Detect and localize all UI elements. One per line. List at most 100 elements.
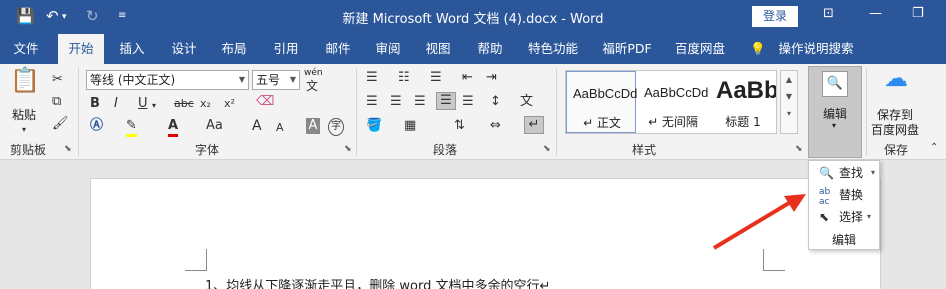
sort-icon[interactable]: ⇅ (454, 118, 465, 134)
show-marks-icon[interactable]: ↵ (524, 116, 544, 134)
copy-icon[interactable]: ⧉ (52, 94, 61, 110)
grow-font-button[interactable]: A (252, 118, 262, 134)
font-name-value: 等线 (中文正文) (90, 73, 176, 87)
tab-view[interactable]: 视图 (418, 34, 458, 64)
chinese-spacing-icon[interactable]: ⇔ (490, 118, 501, 134)
style-preview: AaBbCcDd (644, 85, 709, 100)
numbering-icon[interactable]: ☷ (398, 70, 410, 86)
tab-layout[interactable]: 布局 (214, 34, 254, 64)
font-launcher-icon[interactable]: ⬊ (344, 144, 352, 154)
strikethrough-button[interactable]: abc (174, 96, 194, 112)
select-menu-item[interactable]: ⬉ 选择 ▾ (809, 206, 879, 228)
title-bar: 💾 ↶ ▾ ↻ ≡ 新建 Microsoft Word 文档 (4).docx … (0, 0, 946, 34)
tab-review[interactable]: 审阅 (368, 34, 408, 64)
save-to-line2[interactable]: 百度网盘 (871, 121, 919, 138)
tab-mailings[interactable]: 邮件 (318, 34, 358, 64)
ribbon-display-options-icon[interactable]: ⊡ (823, 6, 834, 21)
styles-launcher-icon[interactable]: ⬊ (795, 144, 803, 154)
editing-label: 编辑 (823, 107, 848, 121)
clipboard-group-label: 剪贴板 (10, 143, 47, 157)
align-center-icon[interactable]: ☰ (390, 94, 402, 110)
tab-foxit-pdf[interactable]: 福昕PDF (596, 34, 658, 64)
tab-file[interactable]: 文件 (6, 34, 46, 64)
margin-corner (185, 249, 207, 271)
lightbulb-icon: 💡 (750, 41, 766, 56)
tab-baidu-netdisk[interactable]: 百度网盘 (668, 34, 732, 64)
distributed-icon[interactable]: ☰ (462, 94, 474, 110)
restore-icon[interactable]: ❐ (912, 6, 924, 21)
bullets-icon[interactable]: ☰ (366, 70, 378, 86)
chinese-layout-icon[interactable]: 文 (520, 94, 533, 110)
tab-references[interactable]: 引用 (266, 34, 306, 64)
underline-button[interactable]: U (138, 96, 148, 112)
tab-home[interactable]: 开始 (58, 34, 104, 64)
align-right-icon[interactable]: ☰ (414, 94, 426, 110)
login-button[interactable]: 登录 (752, 6, 798, 27)
find-menu-item[interactable]: 🔍 查找 ▾ (809, 162, 879, 184)
ribbon-tab-bar: 文件 开始 插入 设计 布局 引用 邮件 审阅 视图 帮助 特色功能 福昕PDF… (0, 34, 946, 64)
replace-label: 替换 (839, 188, 864, 202)
increase-indent-icon[interactable]: ⇥ (486, 70, 497, 86)
editing-button[interactable]: 🔍 编辑 ▾ (808, 66, 862, 158)
character-shading-button[interactable]: A (306, 118, 320, 134)
line-spacing-icon[interactable]: ↕ (490, 94, 501, 110)
tab-insert[interactable]: 插入 (112, 34, 152, 64)
clipboard-launcher-icon[interactable]: ⬊ (64, 144, 72, 154)
minimize-icon[interactable]: — (869, 6, 882, 21)
justify-icon[interactable]: ☰ (436, 92, 456, 110)
superscript-button[interactable]: x² (224, 96, 235, 112)
tell-me-search[interactable]: 操作说明搜索 (770, 34, 862, 64)
paste-label[interactable]: 粘贴 (12, 106, 36, 123)
chevron-down-icon: ▾ (870, 168, 875, 177)
decrease-indent-icon[interactable]: ⇤ (462, 70, 473, 86)
phonetic-guide-label[interactable]: wén (304, 68, 323, 78)
change-case-button[interactable]: Aa (206, 118, 223, 134)
paragraph-launcher-icon[interactable]: ⬊ (543, 144, 551, 154)
font-color-icon[interactable]: A (168, 118, 179, 137)
styles-more-icon[interactable]: ▾ (781, 109, 797, 118)
borders-icon[interactable]: ▦ (404, 118, 416, 134)
group-divider (866, 68, 867, 156)
baidu-netdisk-icon[interactable]: ☁ (884, 66, 908, 90)
align-left-icon[interactable]: ☰ (366, 94, 378, 110)
style-item-heading-1[interactable]: AaBb 标题 1 (710, 71, 776, 133)
phonetic-guide-icon[interactable]: 文 (306, 78, 318, 94)
shrink-font-button[interactable]: A (276, 120, 284, 136)
collapse-ribbon-icon[interactable]: ⌃ (930, 140, 938, 156)
style-name: 标题 1 (725, 115, 761, 129)
italic-button[interactable]: I (114, 96, 118, 112)
underline-dropdown-icon[interactable]: ▾ (152, 98, 156, 114)
format-painter-icon[interactable]: 🖌 (52, 116, 69, 132)
cut-icon[interactable]: ✂ (52, 72, 63, 88)
style-item-no-spacing[interactable]: AaBbCcDd ↵ 无间隔 (638, 71, 708, 133)
scroll-down-icon[interactable]: ▼ (781, 92, 797, 101)
annotation-arrow (712, 194, 806, 250)
styles-group-label: 样式 (632, 143, 657, 157)
tab-help[interactable]: 帮助 (470, 34, 510, 64)
replace-icon: ab ac (819, 187, 831, 207)
shading-icon[interactable]: 🪣 (366, 118, 382, 134)
editing-dropdown: 🔍 查找 ▾ ab ac 替换 ⬉ 选择 ▾ 编辑 (808, 160, 880, 250)
style-item-normal[interactable]: AaBbCcDd ↵ 正文 (566, 71, 637, 133)
multilevel-list-icon[interactable]: ☰ (430, 70, 442, 86)
replace-menu-item[interactable]: ab ac 替换 (809, 184, 879, 207)
clear-formatting-icon[interactable]: ⌫ (256, 94, 274, 110)
chevron-down-icon: ▼ (238, 75, 245, 84)
text-effects-icon[interactable]: Ⓐ (90, 118, 103, 134)
bold-button[interactable]: B (90, 96, 100, 112)
tab-design[interactable]: 设计 (164, 34, 204, 64)
styles-scroll[interactable]: ▲ ▼ ▾ (780, 70, 798, 134)
subscript-button[interactable]: x₂ (200, 96, 211, 112)
search-icon: 🔍 (822, 71, 848, 97)
paste-icon[interactable]: 📋 (10, 68, 40, 92)
font-size-select[interactable]: 五号 ▼ (252, 70, 300, 90)
font-name-select[interactable]: 等线 (中文正文) ▼ (86, 70, 249, 90)
document-text-line[interactable]: 1、均线从下降逐渐走平且，删除 word 文档中多余的空行↵ (205, 275, 550, 289)
group-divider (78, 68, 79, 156)
scroll-up-icon[interactable]: ▲ (781, 75, 797, 84)
enclose-characters-button[interactable]: 字 (328, 118, 344, 136)
dropdown-group-label: 编辑 (831, 233, 856, 247)
highlight-color-icon[interactable]: ✎ (126, 118, 137, 137)
paste-dropdown-icon[interactable]: ▾ (22, 122, 26, 138)
tab-features[interactable]: 特色功能 (522, 34, 584, 64)
